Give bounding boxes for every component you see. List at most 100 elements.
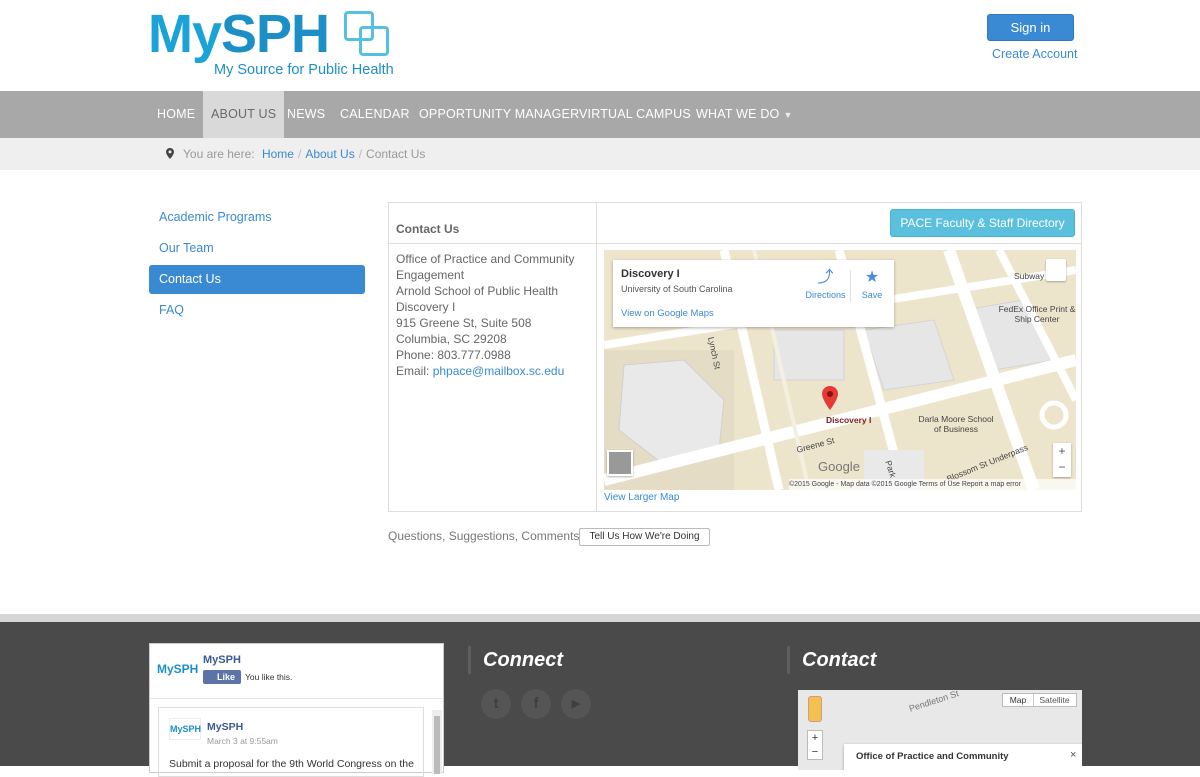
facebook-page-name[interactable]: MySPH [203,654,241,666]
footer-map[interactable]: Pendleton St Map Satellite + − Office of … [798,690,1082,770]
logo-square-icon [359,26,389,56]
save-label: Save [861,290,883,300]
map-label-fedex: FedEx Office Print & Ship Center [998,304,1076,324]
logo-tagline: My Source for Public Health [214,62,394,78]
main-nav: HOME ABOUT US NEWS CALENDAR OPPORTUNITY … [0,91,1200,138]
zoom-in-button[interactable]: + [1053,443,1071,459]
directions-label: Directions [805,290,846,300]
nav-item-what-we-do[interactable]: WHAT WE DO ▼ [696,91,793,138]
facebook-widget: MySPH MySPH Like You like this. MySPH My… [149,643,444,777]
post-text: Submit a proposal for the 9th World Cong… [169,758,414,770]
map-info-card: Office of Practice and Community × [844,744,1082,770]
place-name: Discovery I [621,268,680,280]
address-line: Office of Practice and Community Engagem… [396,252,575,282]
footer-stripe [0,614,1200,622]
nav-item-news[interactable]: NEWS [287,91,325,138]
zoom-out-button[interactable]: − [1053,459,1071,475]
facebook-post: MySPH MySPH March 3 at 9:55am Submit a p… [158,707,424,777]
nav-item-about-us[interactable]: ABOUT US [203,91,285,138]
map-label-subway: Subway [1014,271,1045,281]
post-avatar[interactable]: MySPH [169,718,201,740]
directions-icon: ⤴ [817,269,834,286]
view-larger-map-link[interactable]: View Larger Map [604,492,679,503]
logo-wordmark: MySPH [148,4,330,64]
contact-address: Office of Practice and Community Engagem… [396,251,591,379]
nav-item-calendar[interactable]: CALENDAR [340,91,410,138]
map-type-toggle: Map Satellite [1002,693,1077,707]
facebook-like-button[interactable]: Like [203,670,241,684]
twitter-icon[interactable]: t [481,689,511,719]
breadcrumb-about-link[interactable]: About Us [305,147,354,161]
email-label: Email: [396,364,433,378]
site-header: MySPH My Source for Public Health Sign i… [0,0,1200,91]
contact-title: Contact Us [396,222,460,236]
close-icon[interactable]: × [1070,749,1076,761]
breadcrumb-home-link[interactable]: Home [262,147,294,161]
sidebar-item-our-team[interactable]: Our Team [149,234,365,263]
sidebar-menu: Academic Programs Our Team Contact Us FA… [149,203,365,327]
satellite-toggle[interactable] [607,450,633,476]
map-zoom-control: + − [1053,443,1071,477]
divider [850,270,851,302]
place-subtitle: University of South Carolina [621,284,733,294]
map-credits: ©2015 Google - Map data ©2015 Google Ter… [789,479,1076,490]
email-link[interactable]: phpace@mailbox.sc.edu [433,364,565,378]
street-view-pegman-icon[interactable] [1046,259,1066,281]
facebook-like-status: You like this. [245,672,293,682]
map-pin-icon[interactable] [822,386,838,410]
breadcrumb: You are here: Home / About Us / Contact Us [0,138,1200,170]
sign-in-button[interactable]: Sign in [987,14,1074,41]
zoom-in-button[interactable]: + [808,731,822,745]
feedback-question: Questions, Suggestions, Comments? [388,529,587,543]
view-on-google-maps-link[interactable]: View on Google Maps [621,308,714,319]
nav-item-virtual-campus[interactable]: VIRTUAL CAMPUS [579,91,691,138]
sidebar-item-academic-programs[interactable]: Academic Programs [149,203,365,232]
map-zoom-control: + − [807,730,823,760]
nav-item-label: WHAT WE DO [696,107,780,121]
facebook-icon[interactable]: f [521,689,551,719]
breadcrumb-separator: / [358,147,363,161]
address-line: Discovery I [396,300,456,314]
breadcrumb-prefix: You are here: [183,147,255,161]
breadcrumb-current: Contact Us [366,147,426,161]
contact-panel: Contact Us PACE Faculty & Staff Director… [388,202,1082,512]
star-icon: ★ [864,269,880,286]
post-author[interactable]: MySPH [207,721,243,733]
create-account-link[interactable]: Create Account [992,47,1077,61]
youtube-icon[interactable]: ▶ [561,689,591,719]
map-pin-label: Discovery I [826,415,872,425]
contact-heading: Contact [787,646,876,674]
map-label-darla-moore: Darla Moore School of Business [918,414,994,434]
scrollbar-thumb[interactable] [434,716,440,774]
address-line: Columbia, SC 29208 [396,332,507,346]
email-line: Email: phpace@mailbox.sc.edu [396,363,591,379]
map-marker-icon [166,148,174,159]
feedback-button[interactable]: Tell Us How We're Doing [579,528,710,546]
map-tab[interactable]: Map [1003,694,1033,706]
satellite-tab[interactable]: Satellite [1033,694,1075,706]
google-map[interactable]: Discovery I Darla Moore School of Busine… [604,250,1076,490]
divider [389,243,1081,244]
connect-heading: Connect [468,646,563,674]
map-place-card: Discovery I University of South Carolina… [613,260,894,327]
site-footer: MySPH MySPH Like You like this. MySPH My… [0,622,1200,777]
zoom-out-button[interactable]: − [808,745,822,759]
nav-item-home[interactable]: HOME [157,91,195,138]
phone-line: Phone: 803.777.0988 [396,348,511,362]
mysph-logo[interactable]: MySPH My Source for Public Health [148,4,394,82]
address-line: Arnold School of Public Health [396,284,559,298]
sidebar-item-contact-us[interactable]: Contact Us [149,265,365,294]
breadcrumb-separator: / [297,147,302,161]
chevron-down-icon: ▼ [783,110,793,120]
directions-button[interactable]: ⤴ Directions [803,268,848,300]
save-button[interactable]: ★ Save [857,268,887,300]
street-view-pegman-icon[interactable] [808,696,822,722]
address-line: 915 Greene St, Suite 508 [396,316,532,330]
facebook-page-avatar[interactable]: MySPH [157,662,198,676]
divider [150,698,443,699]
divider [596,203,597,511]
nav-item-opportunity-manager[interactable]: OPPORTUNITY MANAGER [419,91,579,138]
sidebar-item-faq[interactable]: FAQ [149,296,365,325]
info-card-title: Office of Practice and Community [856,751,1009,762]
directory-button[interactable]: PACE Faculty & Staff Directory [890,209,1075,237]
